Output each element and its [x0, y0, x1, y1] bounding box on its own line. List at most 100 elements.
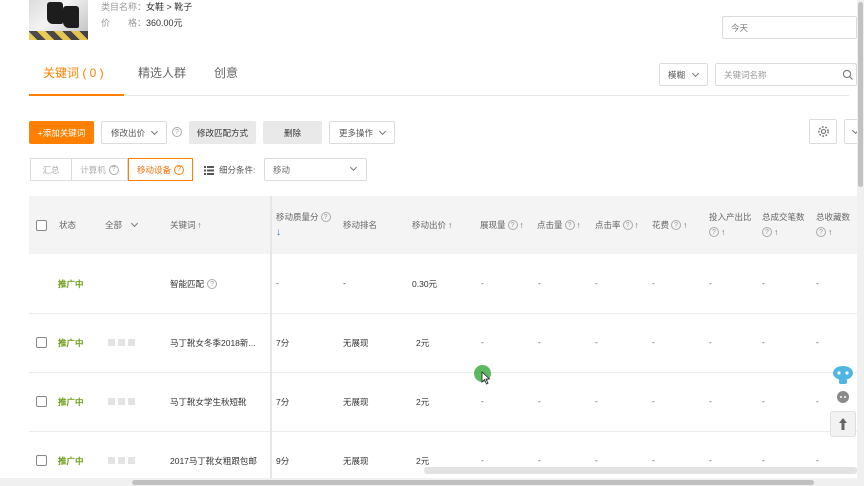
column-mobile-quality[interactable]: 移动质量分?	[276, 211, 331, 223]
product-category: 类目名称：女鞋 > 靴子	[101, 2, 193, 12]
chevron-down-icon	[130, 219, 139, 228]
more-actions-button[interactable]: 更多操作	[329, 121, 395, 144]
row-rank: 无展现	[343, 338, 369, 348]
match-mode-select[interactable]: 模糊	[659, 63, 708, 86]
row-checkbox[interactable]	[36, 396, 47, 407]
column-clicks[interactable]: 点击量? ↑	[537, 219, 581, 231]
tab-keywords[interactable]: 关键词 ( 0 )	[43, 64, 104, 81]
back-to-top-button[interactable]	[830, 411, 856, 437]
help-icon: ?	[671, 220, 682, 230]
sort-icon: ↑	[519, 220, 524, 230]
segment-mobile[interactable]: 移动设备?	[128, 158, 193, 181]
help-icon[interactable]: ?	[172, 127, 182, 137]
active-tab-indicator	[29, 94, 124, 96]
search-icon[interactable]	[842, 69, 854, 81]
row-status: 推广中	[58, 397, 84, 407]
row-total-favs: -	[816, 455, 819, 465]
filter-select[interactable]: 移动	[264, 158, 367, 181]
sort-icon: ↑	[197, 220, 202, 230]
modify-bid-button[interactable]: 修改出价	[101, 121, 167, 144]
column-total-favs-sort[interactable]: ? ↑	[816, 227, 832, 237]
row-toggle-blocks[interactable]	[108, 339, 135, 346]
product-thumbnail	[29, 0, 88, 40]
segment-computer[interactable]: 计算机?	[72, 158, 128, 181]
column-roi[interactable]: 投入产出比	[709, 211, 752, 223]
sort-icon: ↑	[634, 220, 639, 230]
row-bid[interactable]: 0.30元	[412, 278, 437, 290]
column-total-orders-sort[interactable]: ? ↑	[762, 227, 778, 237]
help-icon: ?	[507, 220, 518, 230]
row-rank: 无展现	[343, 456, 369, 466]
row-roi: -	[709, 278, 712, 288]
column-roi-sort[interactable]: ? ↑	[709, 227, 725, 237]
date-select[interactable]: 今天	[722, 16, 857, 39]
segment-summary[interactable]: 汇总	[30, 158, 72, 181]
chevron-down-icon	[349, 163, 358, 172]
table-row: 推广中 马丁靴女冬季2018新... 7分 无展现 2元 - - - - - - -	[29, 314, 864, 373]
row-cost: -	[652, 337, 655, 347]
help-icon: ?	[174, 164, 184, 175]
mouse-pointer-icon	[481, 371, 491, 385]
tab-audience[interactable]: 精选人群	[138, 64, 186, 81]
keyword-text[interactable]: 马丁靴女学生秋短靴	[170, 396, 247, 408]
add-keyword-button[interactable]: +添加关键词	[29, 121, 94, 144]
row-impressions: -	[481, 396, 484, 406]
row-clicks: -	[538, 278, 541, 288]
row-keyword[interactable]: 2017马丁靴女粗跟包邮	[170, 455, 257, 467]
row-total-favs: -	[816, 396, 819, 406]
page-horizontal-scrollbar[interactable]	[0, 478, 857, 486]
customer-service-button[interactable]	[830, 384, 856, 410]
row-impressions: -	[481, 337, 484, 347]
column-total-favs[interactable]: 总收藏数	[816, 211, 850, 223]
row-ctr: -	[595, 337, 598, 347]
delete-button[interactable]: 删除	[263, 121, 322, 144]
column-total-orders[interactable]: 总成交笔数	[762, 211, 805, 223]
row-keyword[interactable]: 马丁靴女冬季2018新...	[170, 337, 256, 349]
table-horizontal-scrollbar[interactable]	[424, 467, 857, 474]
select-all-checkbox[interactable]	[36, 220, 47, 231]
tab-creative[interactable]: 创意	[214, 64, 238, 81]
row-ctr: -	[595, 278, 598, 288]
row-status: 推广中	[58, 456, 84, 466]
row-clicks: -	[538, 396, 541, 406]
row-rank: 无展现	[343, 397, 369, 407]
row-impressions: -	[481, 455, 484, 465]
settings-button[interactable]	[809, 119, 837, 144]
row-toggle-blocks[interactable]	[108, 398, 135, 405]
row-ctr: -	[595, 396, 598, 406]
help-icon: ?	[762, 227, 772, 237]
sort-desc-icon[interactable]: ↓	[276, 227, 281, 238]
help-icon[interactable]: ?	[207, 279, 218, 289]
chevron-down-icon	[150, 127, 159, 135]
column-cost[interactable]: 花费? ↑	[652, 219, 687, 231]
row-checkbox[interactable]	[36, 455, 47, 466]
keyword-text[interactable]: 马丁靴女冬季2018新...	[170, 337, 256, 349]
chevron-down-icon	[378, 127, 387, 135]
row-bid[interactable]: 2元	[416, 337, 429, 349]
column-keyword[interactable]: 关键词 ↑	[170, 219, 202, 231]
column-impressions[interactable]: 展现量? ↑	[480, 219, 524, 231]
row-clicks: -	[538, 337, 541, 347]
column-all[interactable]: 全部	[105, 219, 139, 231]
modify-match-button[interactable]: 修改匹配方式	[189, 121, 256, 144]
row-toggle-blocks[interactable]	[108, 457, 135, 464]
product-price: 价 格：360.00元	[101, 18, 183, 28]
column-mobile-rank: 移动排名	[343, 220, 378, 230]
row-bid[interactable]: 2元	[416, 396, 429, 408]
page-vertical-scrollbar[interactable]	[857, 0, 864, 486]
sort-icon: ↑	[721, 227, 726, 237]
row-bid[interactable]: 2元	[416, 455, 429, 467]
sort-icon: ↑	[774, 227, 779, 237]
row-checkbox[interactable]	[36, 337, 47, 348]
filter-label: 细分条件:	[204, 164, 255, 176]
column-ctr[interactable]: 点击率? ↑	[595, 219, 639, 231]
row-quality-score: 9分	[276, 456, 290, 466]
list-icon	[204, 165, 214, 175]
keyword-search-input[interactable]: 关键词名称	[715, 63, 857, 86]
keyword-text[interactable]: 智能匹配	[170, 278, 204, 290]
keyword-text[interactable]: 2017马丁靴女粗跟包邮	[170, 455, 257, 467]
row-keyword[interactable]: 马丁靴女学生秋短靴	[170, 396, 247, 408]
row-keyword[interactable]: 智能匹配?	[170, 278, 218, 290]
column-mobile-bid[interactable]: 移动出价 ↑	[412, 219, 452, 231]
help-icon: ?	[622, 220, 633, 230]
